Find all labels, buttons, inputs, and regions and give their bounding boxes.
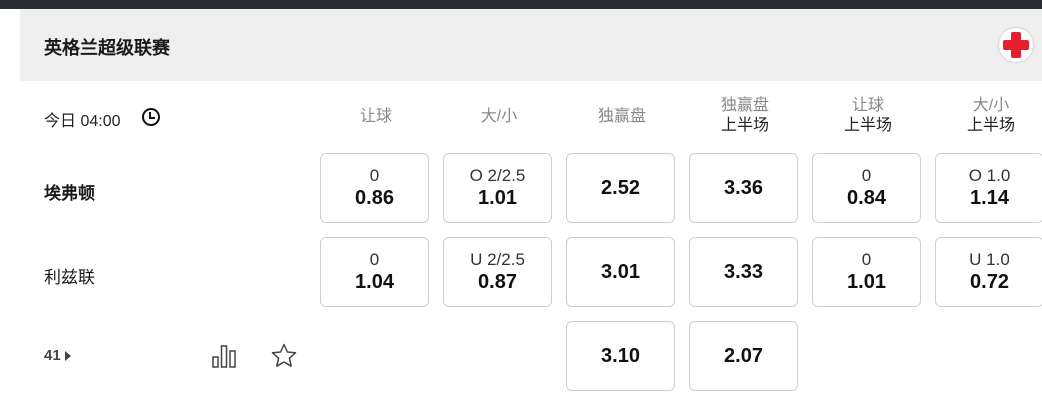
col-header-line2: 上半场 — [720, 117, 769, 134]
col-header-line1: 独赢盘 — [597, 108, 646, 125]
odds-value: 1.04 — [355, 271, 394, 293]
odds-line: O 2/2.5 — [469, 166, 526, 185]
odds-line: 0 — [369, 250, 380, 269]
odds-cell-away-1x2-first-half[interactable]: 3.33 — [689, 237, 798, 307]
caret-right-icon — [64, 351, 71, 362]
match-time: 今日 04:00 — [44, 113, 121, 130]
odds-value: 1.01 — [478, 187, 517, 209]
home-team-name: 埃弗顿 — [44, 184, 95, 203]
odds-cell-home-handicap-first-half[interactable]: 0 0.84 — [812, 153, 921, 223]
odds-line: O 1.0 — [968, 166, 1011, 185]
star-icon[interactable] — [270, 342, 298, 370]
odds-value: 3.36 — [724, 177, 763, 199]
odds-cell-home-over-under[interactable]: O 2/2.5 1.01 — [443, 153, 552, 223]
odds-value: 0.84 — [847, 187, 886, 209]
odds-value: 3.01 — [601, 261, 640, 283]
col-header-line1: 独赢盘 — [720, 97, 769, 114]
odds-cell-away-over-under-first-half[interactable]: U 1.0 0.72 — [935, 237, 1042, 307]
col-header-handicap-first-half: 让球 上半场 — [812, 96, 924, 136]
odds-value: 1.14 — [970, 187, 1009, 209]
odds-cell-away-handicap[interactable]: 0 1.04 — [320, 237, 429, 307]
col-header-line1: 让球 — [359, 108, 392, 125]
odds-value: 0.72 — [970, 271, 1009, 293]
odds-cell-away-1x2[interactable]: 3.01 — [566, 237, 675, 307]
col-header-line1: 大/小 — [972, 97, 1010, 114]
odds-line: U 2/2.5 — [470, 250, 525, 269]
league-title: 英格兰超级联赛 — [44, 38, 170, 58]
odds-value: 2.07 — [724, 345, 763, 367]
odds-cell-away-handicap-first-half[interactable]: 0 1.01 — [812, 237, 921, 307]
col-header-line2: 上半场 — [843, 117, 892, 134]
odds-line: 0 — [861, 166, 872, 185]
top-banner-strip — [0, 0, 1042, 9]
col-header-1x2-first-half: 独赢盘 上半场 — [689, 96, 801, 136]
odds-cell-home-1x2[interactable]: 2.52 — [566, 153, 675, 223]
col-header-line1: 让球 — [851, 97, 884, 114]
col-header-1x2: 独赢盘 — [566, 107, 678, 127]
more-markets-link[interactable]: 41 — [44, 347, 71, 364]
odds-line: 0 — [369, 166, 380, 185]
odds-cell-draw-1x2-first-half[interactable]: 2.07 — [689, 321, 798, 391]
odds-cell-home-1x2-first-half[interactable]: 3.36 — [689, 153, 798, 223]
odds-value: 1.01 — [847, 271, 886, 293]
col-header-handicap: 让球 — [320, 107, 432, 127]
odds-value: 0.86 — [355, 187, 394, 209]
league-header: 英格兰超级联赛 — [20, 9, 1042, 81]
odds-value: 3.33 — [724, 261, 763, 283]
col-header-over-under: 大/小 — [443, 107, 555, 127]
away-team-name: 利兹联 — [44, 268, 95, 287]
clock-icon — [142, 108, 160, 126]
odds-value: 2.52 — [601, 177, 640, 199]
more-markets-count: 41 — [44, 347, 61, 364]
bar-chart-icon[interactable] — [211, 343, 237, 369]
odds-cell-home-handicap[interactable]: 0 0.86 — [320, 153, 429, 223]
odds-cell-draw-1x2[interactable]: 3.10 — [566, 321, 675, 391]
col-header-line2: 上半场 — [966, 117, 1015, 134]
col-header-over-under-first-half: 大/小 上半场 — [935, 96, 1042, 136]
odds-cell-away-over-under[interactable]: U 2/2.5 0.87 — [443, 237, 552, 307]
odds-cell-home-over-under-first-half[interactable]: O 1.0 1.14 — [935, 153, 1042, 223]
england-flag-icon — [999, 28, 1033, 62]
odds-value: 3.10 — [601, 345, 640, 367]
odds-line: 0 — [861, 250, 872, 269]
odds-value: 0.87 — [478, 271, 517, 293]
odds-line: U 1.0 — [969, 250, 1010, 269]
col-header-line1: 大/小 — [480, 108, 518, 125]
